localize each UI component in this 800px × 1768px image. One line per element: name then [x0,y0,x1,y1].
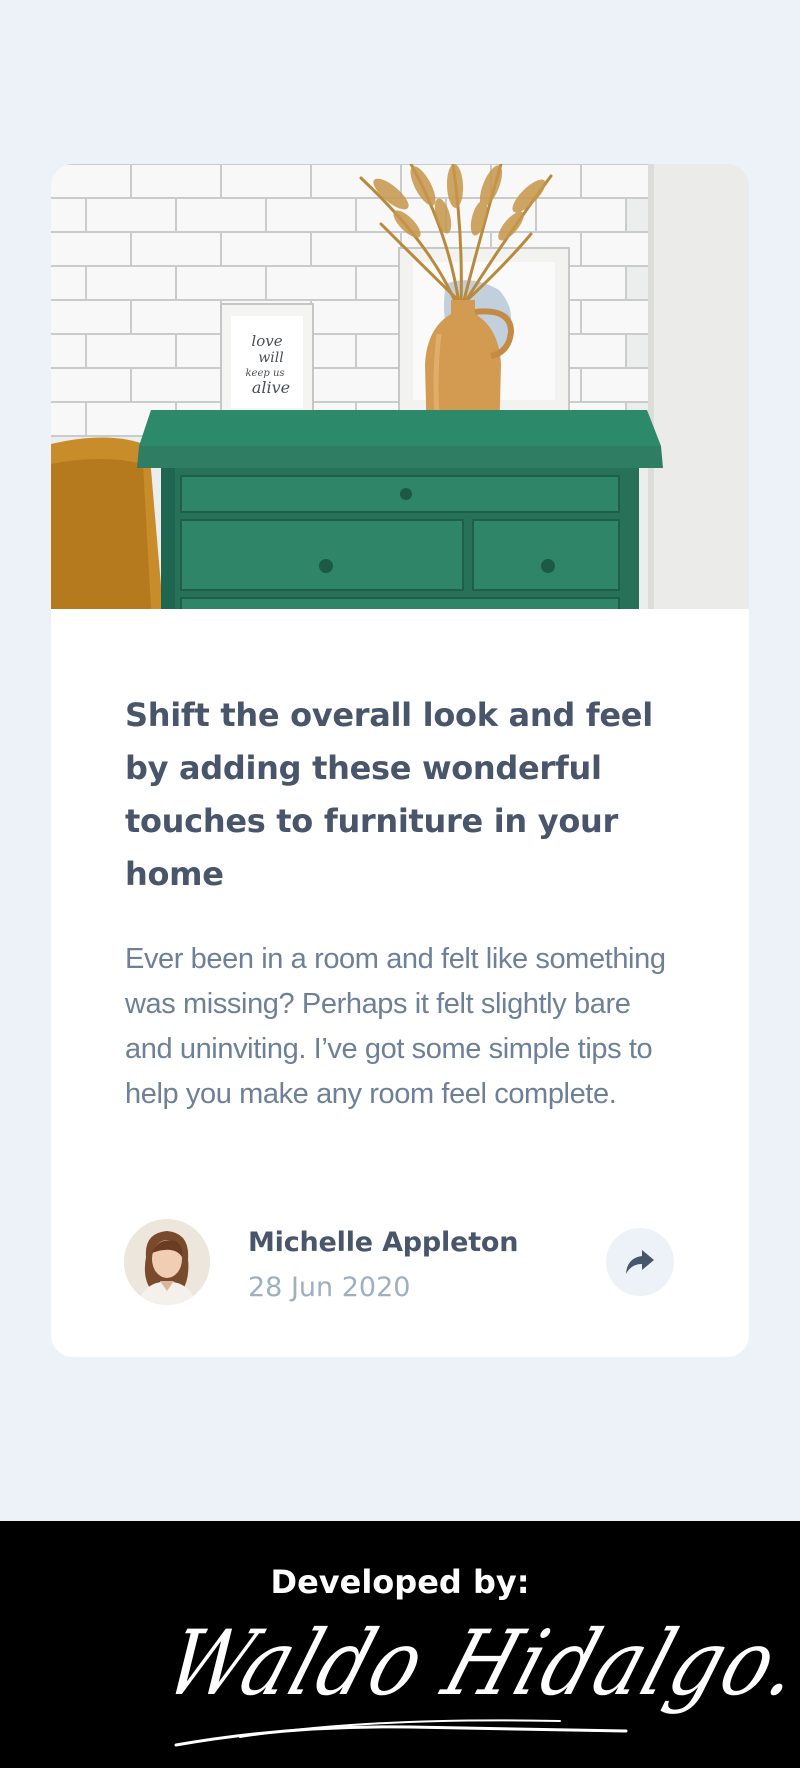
author-row: Michelle Appleton 28 Jun 2020 [124,1219,676,1305]
frame-text-4: alive [252,378,290,397]
article-title[interactable]: Shift the overall look and feel by addin… [125,689,685,901]
footer: Developed by: Waldo Hidalgo. [0,1521,800,1768]
article-card: love will keep us alive Shift the overal… [51,164,749,1357]
share-icon [626,1250,654,1274]
share-button[interactable] [606,1228,674,1296]
article-description: Ever been in a room and felt like someth… [125,943,666,1110]
drawers-illustration: love will keep us alive [51,164,749,609]
developer-signature[interactable]: Waldo Hidalgo. [153,1612,800,1763]
developed-by-label: Developed by: [270,1563,530,1601]
article-content: Shift the overall look and feel by addin… [125,689,685,1117]
frame-text-2: will [258,350,283,366]
avatar [124,1219,210,1305]
author-name: Michelle Appleton [248,1227,519,1258]
frame-text-1: love [251,332,282,350]
post-date: 28 Jun 2020 [248,1272,411,1303]
avatar-portrait [124,1219,210,1305]
signature-flourish [174,1719,628,1747]
hero-image: love will keep us alive [51,164,749,609]
